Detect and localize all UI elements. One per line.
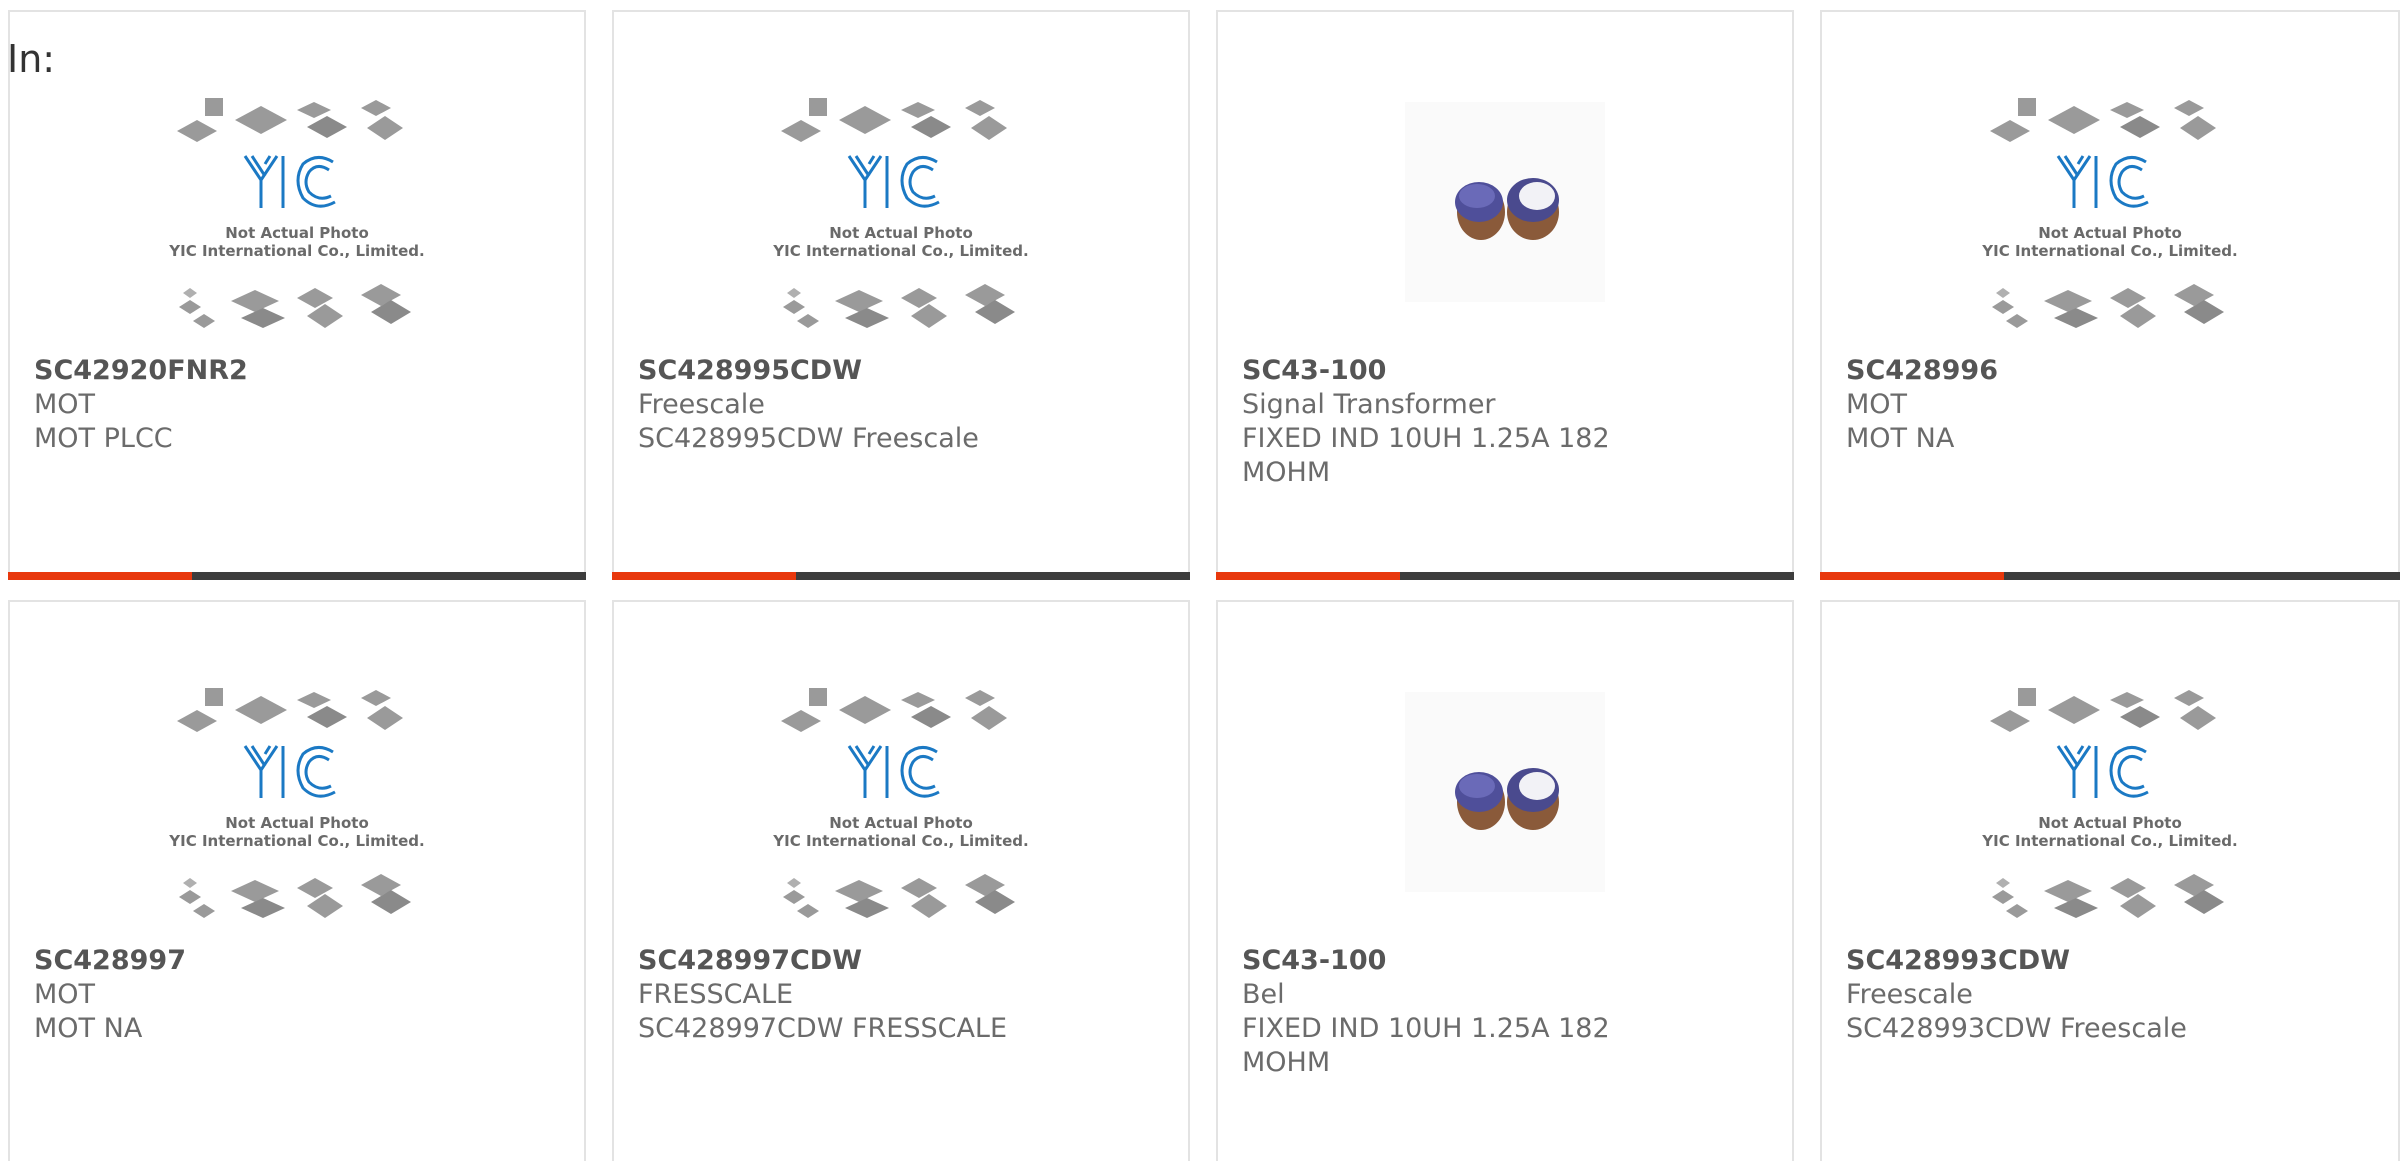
description: SC428997CDW FRESSCALE [638, 1013, 1008, 1044]
product-image-placeholder: Not Actual Photo YIC International Co., L… [761, 682, 1041, 942]
product-listing-page: Not Actual Photo YIC International Co., L… [0, 0, 2400, 1161]
part-number[interactable]: SC428997CDW [638, 944, 1168, 978]
product-card[interactable]: Not Actual Photo YIC International Co., L… [1820, 600, 2400, 1161]
product-info: SC43-100 Bel FIXED IND 10UH 1.25A 182 MO… [1242, 944, 1772, 1080]
manufacturer: MOT [34, 979, 96, 1010]
card-footer-bar [1820, 572, 2400, 580]
part-number[interactable]: SC43-100 [1242, 944, 1772, 978]
part-number[interactable]: SC428995CDW [638, 354, 1168, 388]
product-image-placeholder: Not Actual Photo YIC International Co., L… [1970, 92, 2250, 352]
manufacturer: MOT [34, 389, 96, 420]
product-card[interactable]: SC43-100 Bel FIXED IND 10UH 1.25A 182 MO… [1216, 600, 1794, 1161]
product-image-inductor [1365, 92, 1645, 352]
product-image-placeholder: Not Actual Photo YIC International Co., L… [157, 92, 437, 352]
svg-text:Not Actual Photo: Not Actual Photo [829, 814, 973, 832]
description: MOT NA [34, 1013, 143, 1044]
svg-text:YIC International Co., Limited: YIC International Co., Limited. [168, 242, 424, 260]
product-info: SC428993CDW Freescale SC428993CDW Freesc… [1846, 944, 2378, 1046]
manufacturer: Signal Transformer [1242, 389, 1496, 420]
manufacturer: FRESSCALE [638, 979, 794, 1010]
manufacturer: Bel [1242, 979, 1285, 1010]
svg-text:YIC International Co., Limited: YIC International Co., Limited. [772, 832, 1028, 850]
card-accent-bar [1820, 572, 2004, 580]
svg-text:YIC International Co., Limited: YIC International Co., Limited. [1981, 832, 2237, 850]
svg-text:YIC International Co., Limited: YIC International Co., Limited. [168, 832, 424, 850]
svg-text:YIC International Co., Limited: YIC International Co., Limited. [1981, 242, 2237, 260]
card-footer-bar [1216, 572, 1794, 580]
product-card[interactable]: SC43-100 Signal Transformer FIXED IND 10… [1216, 10, 1794, 580]
card-accent-bar [1216, 572, 1400, 580]
svg-text:Not Actual Photo: Not Actual Photo [225, 814, 369, 832]
product-card[interactable]: Not Actual Photo YIC International Co., L… [1820, 10, 2400, 580]
description: MOT PLCC [34, 423, 173, 454]
product-card[interactable]: Not Actual Photo YIC International Co., L… [8, 600, 586, 1161]
part-number[interactable]: SC428993CDW [1846, 944, 2378, 978]
card-accent-bar [8, 572, 192, 580]
product-image-placeholder: Not Actual Photo YIC International Co., L… [157, 682, 437, 942]
product-info: SC428997 MOT MOT NA [34, 944, 564, 1046]
product-image-inductor [1365, 682, 1645, 942]
product-card[interactable]: Not Actual Photo YIC International Co., L… [8, 10, 586, 580]
manufacturer: Freescale [1846, 979, 1973, 1010]
part-number[interactable]: SC428996 [1846, 354, 2378, 388]
svg-text:YIC International Co., Limited: YIC International Co., Limited. [772, 242, 1028, 260]
product-info: SC428995CDW Freescale SC428995CDW Freesc… [638, 354, 1168, 456]
description: MOT NA [1846, 423, 1955, 454]
svg-text:Not Actual Photo: Not Actual Photo [829, 224, 973, 242]
card-accent-bar [612, 572, 796, 580]
svg-text:Not Actual Photo: Not Actual Photo [2038, 224, 2182, 242]
product-info: SC428997CDW FRESSCALE SC428997CDW FRESSC… [638, 944, 1168, 1046]
product-info: SC42920FNR2 MOT MOT PLCC [34, 354, 564, 456]
product-image-placeholder: Not Actual Photo YIC International Co., L… [1970, 682, 2250, 942]
card-footer-bar [8, 572, 586, 580]
manufacturer: MOT [1846, 389, 1908, 420]
description: FIXED IND 10UH 1.25A 182 MOHM [1242, 1013, 1610, 1078]
card-footer-bar [612, 572, 1190, 580]
product-card[interactable]: Not Actual Photo YIC International Co., L… [612, 600, 1190, 1161]
product-info: SC43-100 Signal Transformer FIXED IND 10… [1242, 354, 1772, 490]
filter-label: In: [7, 37, 56, 81]
product-image-placeholder: Not Actual Photo YIC International Co., L… [761, 92, 1041, 352]
part-number[interactable]: SC428997 [34, 944, 564, 978]
svg-text:Not Actual Photo: Not Actual Photo [225, 224, 369, 242]
manufacturer: Freescale [638, 389, 765, 420]
product-grid: Not Actual Photo YIC International Co., L… [8, 10, 2400, 1161]
part-number[interactable]: SC42920FNR2 [34, 354, 564, 388]
description: SC428993CDW Freescale [1846, 1013, 2187, 1044]
description: FIXED IND 10UH 1.25A 182 MOHM [1242, 423, 1610, 488]
description: SC428995CDW Freescale [638, 423, 979, 454]
part-number[interactable]: SC43-100 [1242, 354, 1772, 388]
svg-text:Not Actual Photo: Not Actual Photo [2038, 814, 2182, 832]
product-info: SC428996 MOT MOT NA [1846, 354, 2378, 456]
product-card[interactable]: Not Actual Photo YIC International Co., L… [612, 10, 1190, 580]
